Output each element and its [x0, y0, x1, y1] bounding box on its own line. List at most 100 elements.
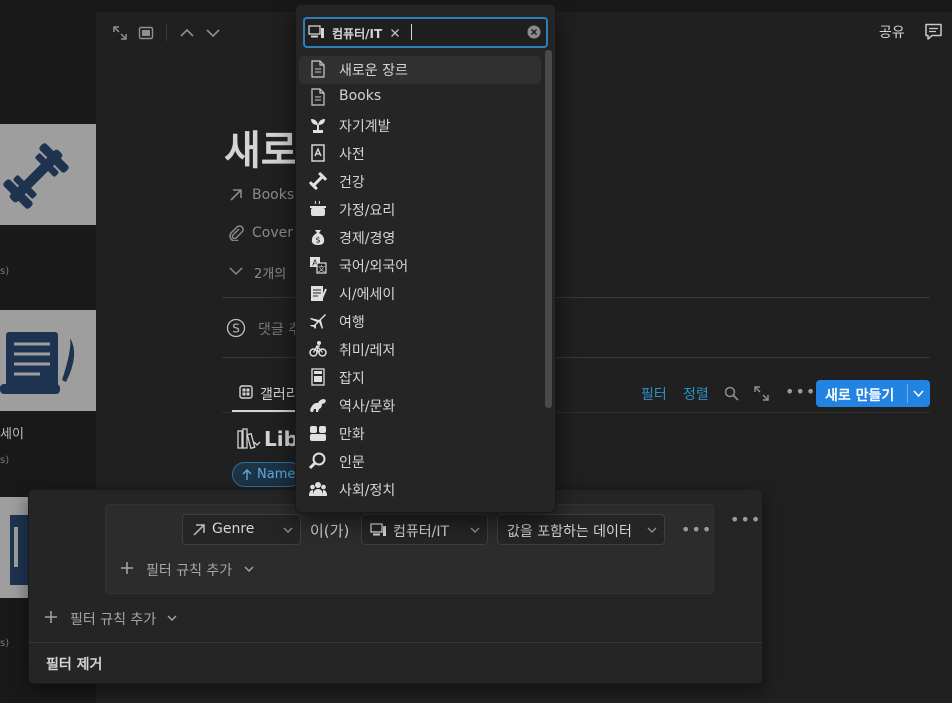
- sort-button[interactable]: 정렬: [683, 384, 709, 404]
- sort-pill-label: Name: [257, 467, 296, 482]
- divider: [29, 642, 762, 643]
- property-select[interactable]: Genre: [182, 514, 301, 545]
- more-options-icon[interactable]: •••: [730, 510, 761, 529]
- svg-text:文: 文: [318, 264, 325, 273]
- genre-option[interactable]: 취미/레저: [299, 336, 541, 364]
- money-bag-icon: $: [311, 230, 325, 245]
- comment-input[interactable]: 댓글 추: [258, 319, 301, 339]
- genre-option-label: 자기계발: [339, 119, 391, 135]
- side-peek-icon[interactable]: [138, 25, 154, 41]
- genre-option-label: 사회/정치: [339, 483, 396, 499]
- dumbbell-icon: [309, 172, 327, 190]
- genre-option-label: 새로운 장르: [339, 63, 408, 79]
- genre-option[interactable]: 인문: [299, 448, 541, 476]
- magnifier-icon: [309, 452, 326, 470]
- plus-icon[interactable]: [120, 561, 134, 575]
- value-select[interactable]: 컴퓨터/IT: [361, 514, 488, 545]
- page-icon: [311, 60, 325, 78]
- genre-option-label: 국어/외국어: [339, 259, 409, 275]
- page-title[interactable]: 새로: [224, 118, 298, 176]
- condition-select-value: 값을 포함하는 데이터: [507, 524, 632, 540]
- comic-icon: [310, 426, 326, 441]
- genre-option-label: 인문: [339, 455, 365, 471]
- add-filter-rule-outer[interactable]: 필터 규칙 추가: [70, 609, 156, 629]
- filter-button[interactable]: 필터: [641, 384, 667, 404]
- genre-option[interactable]: 가정/요리: [299, 196, 541, 224]
- arrow-ne-icon: [193, 524, 205, 536]
- chevron-down-icon[interactable]: [167, 614, 177, 622]
- genre-option-label: 만화: [339, 427, 365, 443]
- genre-option-label: 역사/문화: [339, 399, 396, 415]
- dumbbell-icon: [3, 143, 69, 209]
- expand-icon[interactable]: [112, 25, 128, 41]
- database-title[interactable]: Lib: [264, 427, 298, 451]
- new-button-label: 새로 만들기: [825, 388, 895, 404]
- genre-option[interactable]: 사회/정치: [299, 476, 541, 504]
- toolbar-divider: [166, 24, 167, 41]
- arrow-ne-icon: [230, 189, 242, 201]
- user-avatar-icon: S: [226, 318, 246, 338]
- chevron-down-icon[interactable]: [229, 264, 243, 278]
- genre-option[interactable]: 만화: [299, 420, 541, 448]
- share-button[interactable]: 공유: [879, 22, 905, 42]
- search-icon[interactable]: [724, 386, 739, 401]
- dictionary-icon: [311, 144, 325, 162]
- genre-option-label: 사전: [339, 147, 365, 163]
- gallery-icon: [239, 385, 253, 399]
- chevron-down-icon: [283, 527, 293, 533]
- property-cover[interactable]: Cover: [252, 225, 293, 241]
- genre-option[interactable]: 시/에세이: [299, 280, 541, 308]
- button-divider: [907, 384, 908, 403]
- new-button[interactable]: 새로 만들기: [816, 380, 930, 407]
- genre-option[interactable]: $ 경제/경영: [299, 224, 541, 252]
- gallery-card-meta: s): [0, 266, 10, 277]
- more-properties-toggle[interactable]: 2개의: [254, 263, 286, 282]
- value-select-value: 컴퓨터/IT: [393, 524, 450, 540]
- airplane-icon: [310, 314, 326, 329]
- chevron-up-icon[interactable]: [179, 25, 195, 41]
- remove-filter-button[interactable]: 필터 제거: [46, 654, 102, 674]
- gallery-card-cover[interactable]: [0, 310, 96, 411]
- chevron-down-icon: [470, 527, 480, 533]
- genre-option-label: 여행: [339, 315, 365, 331]
- gallery-card-meta: s): [0, 455, 10, 466]
- comments-icon[interactable]: [924, 22, 943, 41]
- genre-option-label: 취미/레저: [339, 343, 396, 359]
- genre-option[interactable]: 건강: [299, 168, 541, 196]
- genre-option[interactable]: 자기계발: [299, 112, 541, 140]
- genre-option-label: 경제/경영: [339, 231, 396, 247]
- more-options-icon[interactable]: •••: [785, 382, 816, 401]
- property-select-value: Genre: [212, 521, 255, 537]
- genre-option[interactable]: A文 국어/외국어: [299, 252, 541, 280]
- rule-options-icon[interactable]: •••: [681, 520, 712, 539]
- genre-option-label: 잡지: [339, 371, 365, 387]
- gallery-card-cover[interactable]: [0, 124, 96, 225]
- genre-option[interactable]: 잡지: [299, 364, 541, 392]
- genre-option[interactable]: 여행: [299, 308, 541, 336]
- property-books[interactable]: Books: [252, 187, 294, 203]
- genre-option-label: 가정/요리: [339, 203, 396, 219]
- expand-icon[interactable]: [754, 386, 769, 401]
- plus-icon[interactable]: [44, 610, 58, 624]
- chevron-down-icon[interactable]: [205, 25, 221, 41]
- genre-option[interactable]: 새로운 장르: [299, 56, 541, 84]
- filter-relation-label: 이(가): [310, 522, 350, 540]
- text-caret: [411, 24, 412, 40]
- add-filter-rule-inner[interactable]: 필터 규칙 추가: [146, 560, 232, 580]
- clear-icon[interactable]: [527, 25, 541, 39]
- genre-option-label: Books: [339, 88, 382, 104]
- books-icon: [237, 428, 261, 450]
- chevron-down-icon[interactable]: [913, 389, 924, 398]
- arrow-up-icon: [242, 469, 252, 480]
- tab-gallery[interactable]: 갤러리: [260, 384, 299, 404]
- genre-option[interactable]: 사전: [299, 140, 541, 168]
- sort-pill-name[interactable]: Name: [232, 462, 302, 487]
- chevron-down-icon[interactable]: [244, 565, 254, 573]
- dropdown-scrollbar[interactable]: [545, 50, 552, 408]
- genre-option-label: 시/에세이: [339, 287, 396, 303]
- gallery-card-title[interactable]: 세이: [0, 423, 24, 442]
- condition-select[interactable]: 값을 포함하는 데이터: [497, 514, 665, 545]
- genre-option[interactable]: 역사/문화: [299, 392, 541, 420]
- close-icon[interactable]: [390, 28, 400, 38]
- genre-option[interactable]: Books: [299, 84, 541, 112]
